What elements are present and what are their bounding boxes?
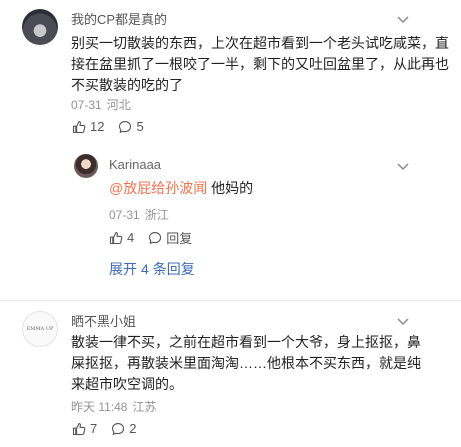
like-button[interactable]: 7 [72, 421, 97, 436]
thumbs-up-icon [72, 422, 86, 435]
comment-meta: 07-31 河北 [71, 96, 131, 113]
more-options-button[interactable] [393, 9, 413, 29]
comment-location: 江苏 [132, 400, 157, 414]
like-count: 12 [90, 119, 105, 134]
chevron-down-icon [397, 163, 409, 171]
like-count: 7 [90, 421, 98, 436]
comment-username[interactable]: 我的CP都是真的 [71, 9, 167, 28]
reply-like-count: 4 [127, 230, 135, 245]
comment-username[interactable]: 晒不黑小姐 [71, 311, 136, 330]
reply-label: 回复 [166, 231, 193, 246]
reply-actions: 4 回复 [109, 228, 206, 247]
comment-date: 昨天 11:48 [71, 400, 128, 414]
avatar[interactable] [22, 9, 58, 45]
reply-avatar[interactable] [74, 154, 98, 178]
expand-label: 展开 [109, 261, 137, 277]
reply-date: 07-31 [109, 208, 140, 222]
comment-actions: 12 5 [72, 119, 158, 134]
more-options-button[interactable] [393, 311, 413, 331]
reply-reply-button[interactable]: 回复 [148, 228, 192, 247]
comment-location: 河北 [106, 98, 131, 112]
comment-item: 我的CP都是真的 别买一切散装的东西，上次在超市看到一个老头试吃咸菜，直接在盆里… [0, 0, 461, 300]
reply-username[interactable]: Karinaaa [109, 157, 161, 172]
reply-like-button[interactable]: 4 [109, 230, 134, 245]
reply-button[interactable]: 2 [111, 421, 136, 436]
thumbs-up-icon [72, 120, 86, 133]
reply-body: 他妈的 [207, 180, 254, 196]
reply-count: 2 [129, 421, 137, 436]
comment-bubble-icon [119, 120, 132, 133]
reply-count: 5 [136, 119, 144, 134]
avatar-logo-text: EMMA UP [26, 326, 54, 332]
reply-more-options-button[interactable] [393, 156, 413, 176]
thumbs-up-icon [109, 231, 123, 244]
reply-location: 浙江 [144, 208, 169, 222]
comment-text: 散装一律不买，之前在超市看到一个大爷，身上抠抠，鼻屎抠抠，再散装米里面淘淘……他… [71, 334, 421, 392]
expand-suffix: 条回复 [152, 261, 195, 277]
comment-bubble-icon [112, 422, 125, 435]
comment-actions: 7 2 [72, 421, 150, 436]
comment-item: EMMA UP 晒不黑小姐 散装一律不买，之前在超市看到一个大爷，身上抠抠，鼻屎… [0, 301, 461, 447]
chevron-down-icon [397, 16, 409, 24]
chevron-down-icon [397, 318, 409, 326]
like-button[interactable]: 12 [72, 119, 104, 134]
mention-link[interactable]: @放屁给孙波闻 [109, 180, 207, 196]
expand-count: 4 [141, 261, 149, 277]
comment-bubble-icon [149, 231, 162, 244]
reply-meta: 07-31 浙江 [109, 206, 169, 223]
expand-replies-link[interactable]: 展开 4 条回复 [109, 259, 195, 279]
comment-meta: 昨天 11:48 江苏 [71, 398, 157, 415]
reply-button[interactable]: 5 [118, 119, 144, 134]
comment-text: 别买一切散装的东西，上次在超市看到一个老头试吃咸菜，直接在盆里抓了一根咬了一半，… [71, 35, 449, 93]
comment-date: 07-31 [71, 98, 102, 112]
reply-text: @放屁给孙波闻 他妈的 [109, 178, 439, 199]
avatar[interactable]: EMMA UP [22, 311, 58, 347]
